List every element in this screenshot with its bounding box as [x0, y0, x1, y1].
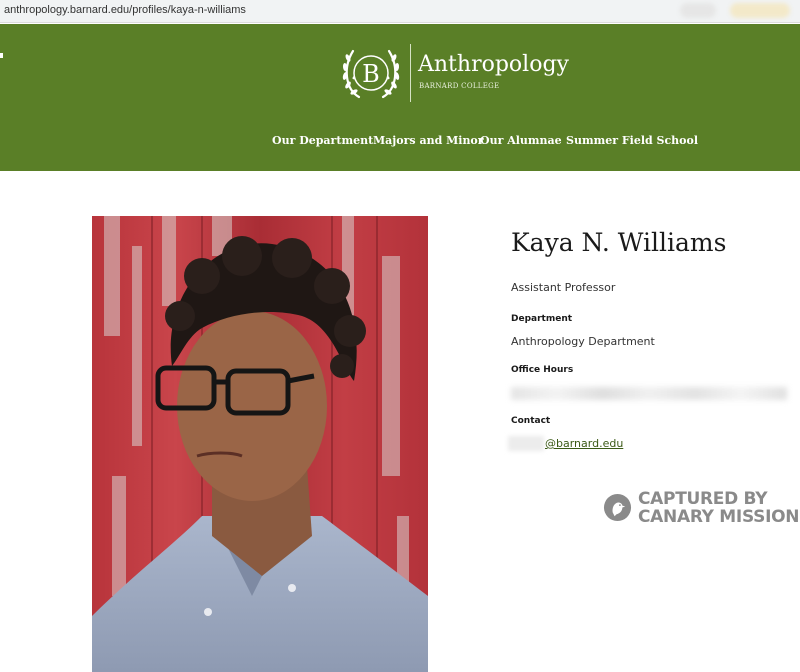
- profile-name: Kaya N. Williams: [511, 228, 727, 257]
- email-link[interactable]: @barnard.edu: [545, 437, 623, 450]
- blurred-browser-extension: [730, 3, 790, 18]
- blurred-browser-control: [680, 3, 716, 18]
- office-hours-label: Office Hours: [511, 365, 574, 375]
- email-redacted: [508, 436, 544, 451]
- logo-divider: [410, 44, 411, 102]
- profile-title: Assistant Professor: [511, 281, 616, 294]
- edge-marker: [0, 53, 3, 58]
- profile-photo-image: [92, 216, 428, 672]
- department-label: Department: [511, 314, 573, 324]
- watermark-line-1: CAPTURED BY: [638, 489, 768, 509]
- site-subtitle: BARNARD COLLEGE: [419, 82, 500, 90]
- office-hours-redacted: [511, 387, 787, 400]
- site-header: B Anthropology BARNARD COLLEGE Our Depar…: [0, 24, 800, 171]
- nav-our-department[interactable]: Our Department: [272, 134, 373, 147]
- canary-bird-icon: [603, 493, 632, 522]
- contact-label: Contact: [511, 416, 551, 426]
- nav-summer-field-school[interactable]: Summer Field School: [566, 134, 698, 147]
- barnard-seal-logo[interactable]: B: [339, 41, 403, 105]
- logo-letter: B: [362, 60, 380, 88]
- department-value: Anthropology Department: [511, 335, 655, 348]
- site-title[interactable]: Anthropology: [418, 52, 569, 77]
- profile-photo: [92, 216, 428, 672]
- browser-url-bar[interactable]: anthropology.barnard.edu/profiles/kaya-n…: [0, 0, 800, 23]
- watermark-line-2: CANARY MISSION: [638, 507, 800, 527]
- nav-our-alumnae[interactable]: Our Alumnae: [480, 134, 562, 147]
- url-text[interactable]: anthropology.barnard.edu/profiles/kaya-n…: [4, 4, 246, 16]
- nav-majors-and-minor[interactable]: Majors and Minor: [373, 134, 484, 147]
